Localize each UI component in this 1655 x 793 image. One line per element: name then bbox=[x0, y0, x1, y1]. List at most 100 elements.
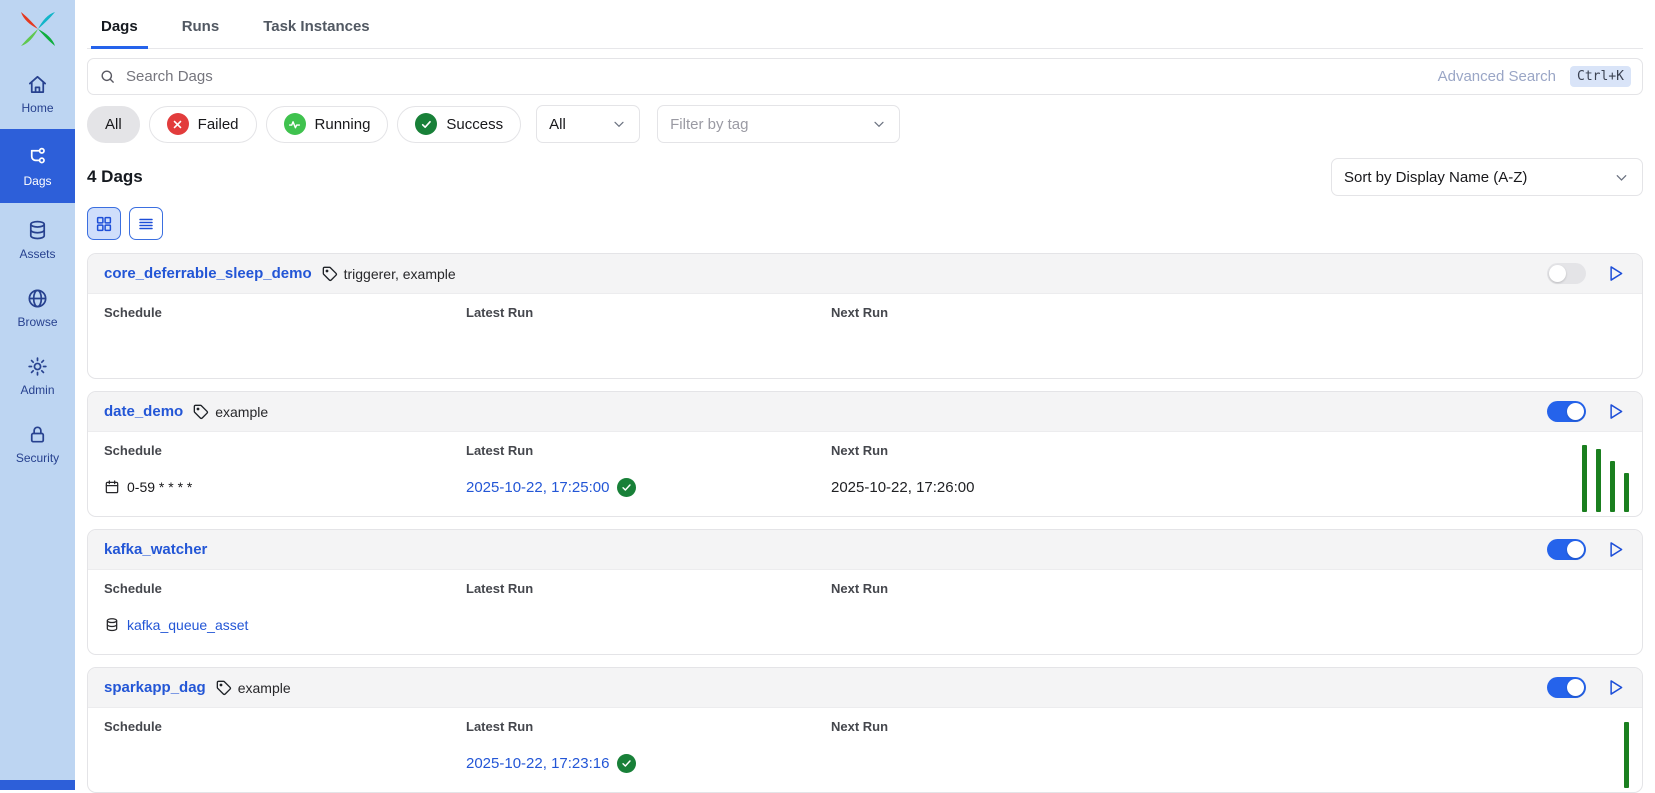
toggle-knob bbox=[1549, 265, 1566, 282]
trigger-dag-button[interactable] bbox=[1605, 401, 1626, 422]
database-icon bbox=[26, 219, 49, 242]
dag-name-link[interactable]: sparkapp_dag bbox=[104, 679, 206, 696]
latest-run-label: Latest Run bbox=[466, 581, 831, 596]
next-run-value: 2025-10-22, 17:26:00 bbox=[831, 475, 1626, 499]
sidebar-item-assets[interactable]: Assets bbox=[0, 207, 75, 271]
sidebar-item-security[interactable]: Security bbox=[0, 411, 75, 475]
latest-run-link[interactable]: 2025-10-22, 17:23:16 bbox=[466, 755, 609, 772]
calendar-icon bbox=[104, 479, 120, 495]
list-header: 4 Dags Sort by Display Name (A-Z) bbox=[87, 158, 1643, 196]
dag-name-link[interactable]: kafka_watcher bbox=[104, 541, 207, 558]
trigger-dag-button[interactable] bbox=[1605, 677, 1626, 698]
schedule-value-text: 0-59 * * * * bbox=[127, 479, 192, 495]
schedule-label: Schedule bbox=[104, 581, 466, 596]
run-history-bars[interactable] bbox=[1582, 445, 1629, 512]
sidebar-item-browse[interactable]: Browse bbox=[0, 275, 75, 339]
sidebar-item-home[interactable]: Home bbox=[0, 61, 75, 125]
success-circle-icon bbox=[415, 113, 437, 135]
search-icon bbox=[99, 68, 116, 85]
run-history-bars[interactable] bbox=[1624, 722, 1629, 788]
sidebar: Home Dags Assets Browse Admin Security bbox=[0, 0, 75, 790]
run-bar[interactable] bbox=[1624, 473, 1629, 512]
tab-task-instances[interactable]: Task Instances bbox=[253, 8, 379, 49]
dag-pause-toggle[interactable] bbox=[1547, 539, 1586, 560]
play-icon bbox=[1605, 539, 1626, 560]
running-circle-icon bbox=[284, 113, 306, 135]
next-run-label: Next Run bbox=[831, 305, 1626, 320]
chevron-down-icon bbox=[871, 116, 887, 132]
sidebar-item-label: Browse bbox=[17, 316, 57, 328]
latest-run-label: Latest Run bbox=[466, 305, 831, 320]
latest-run-value: 2025-10-22, 17:23:16 bbox=[466, 751, 831, 775]
tab-runs[interactable]: Runs bbox=[172, 8, 230, 49]
sidebar-item-label: Dags bbox=[23, 175, 51, 187]
asset-icon bbox=[104, 617, 120, 633]
run-bar[interactable] bbox=[1610, 461, 1615, 512]
list-icon bbox=[137, 215, 155, 233]
paused-filter-select[interactable]: All bbox=[536, 105, 640, 143]
next-run-label: Next Run bbox=[831, 719, 1626, 734]
gear-icon bbox=[26, 355, 49, 378]
filter-pill-failed[interactable]: Failed bbox=[149, 106, 257, 143]
sort-select[interactable]: Sort by Display Name (A-Z) bbox=[1331, 158, 1643, 196]
sidebar-item-dags[interactable]: Dags bbox=[0, 129, 75, 203]
shortcut-badge: Ctrl+K bbox=[1570, 66, 1631, 87]
search-row: Advanced Search Ctrl+K bbox=[87, 58, 1643, 95]
success-check-icon bbox=[617, 478, 636, 497]
next-run-value bbox=[831, 337, 1626, 361]
top-tabbar: Dags Runs Task Instances bbox=[87, 8, 1643, 49]
dag-card-header: kafka_watcher bbox=[88, 530, 1642, 570]
view-toggles bbox=[87, 207, 1643, 240]
dag-name-link[interactable]: date_demo bbox=[104, 403, 183, 420]
play-icon bbox=[1605, 401, 1626, 422]
advanced-search-link[interactable]: Advanced Search bbox=[1438, 68, 1556, 85]
card-view-button[interactable] bbox=[87, 207, 121, 240]
table-view-button[interactable] bbox=[129, 207, 163, 240]
dag-card-header: core_deferrable_sleep_demo triggerer, ex… bbox=[88, 254, 1642, 294]
search-input[interactable] bbox=[87, 58, 1643, 95]
filter-pill-success[interactable]: Success bbox=[397, 106, 521, 143]
next-run-value bbox=[831, 613, 1626, 637]
schedule-asset-link[interactable]: kafka_queue_asset bbox=[127, 617, 248, 633]
dag-pause-toggle[interactable] bbox=[1547, 677, 1586, 698]
trigger-dag-button[interactable] bbox=[1605, 263, 1626, 284]
dag-card-body: Schedule Latest Run 2025-10-22, 17:23:16… bbox=[88, 708, 1642, 792]
tab-dags[interactable]: Dags bbox=[91, 8, 148, 49]
filter-pill-all[interactable]: All bbox=[87, 106, 140, 143]
tag-icon bbox=[193, 404, 209, 420]
dag-count: 4 Dags bbox=[87, 167, 143, 187]
filter-pill-running[interactable]: Running bbox=[266, 106, 389, 143]
run-bar[interactable] bbox=[1582, 445, 1587, 512]
schedule-label: Schedule bbox=[104, 305, 466, 320]
dag-tags: example bbox=[216, 680, 291, 696]
sidebar-bottom-partial-item bbox=[0, 780, 75, 790]
trigger-dag-button[interactable] bbox=[1605, 539, 1626, 560]
filter-row: All Failed Running Success All bbox=[87, 105, 1643, 143]
schedule-label: Schedule bbox=[104, 443, 466, 458]
dag-card: kafka_watcher Schedule kafka_queue_asset bbox=[87, 529, 1643, 655]
next-run-label: Next Run bbox=[831, 581, 1626, 596]
schedule-value bbox=[104, 751, 466, 775]
grid-icon bbox=[95, 215, 113, 233]
dag-tags: triggerer, example bbox=[322, 266, 456, 282]
latest-run-link[interactable]: 2025-10-22, 17:25:00 bbox=[466, 479, 609, 496]
success-check-icon bbox=[617, 754, 636, 773]
run-bar[interactable] bbox=[1596, 449, 1601, 512]
sidebar-item-admin[interactable]: Admin bbox=[0, 343, 75, 407]
next-run-value bbox=[831, 751, 1626, 775]
sidebar-item-label: Assets bbox=[19, 248, 55, 260]
latest-run-label: Latest Run bbox=[466, 719, 831, 734]
schedule-value: 0-59 * * * * bbox=[104, 475, 466, 499]
dag-pause-toggle[interactable] bbox=[1547, 401, 1586, 422]
toggle-knob bbox=[1567, 403, 1584, 420]
dag-pause-toggle[interactable] bbox=[1547, 263, 1586, 284]
tag-filter-select[interactable]: Filter by tag bbox=[657, 105, 900, 143]
tag-icon bbox=[216, 680, 232, 696]
airflow-logo[interactable] bbox=[0, 0, 75, 59]
sidebar-item-label: Security bbox=[16, 452, 59, 464]
latest-run-value: 2025-10-22, 17:25:00 bbox=[466, 475, 831, 499]
toggle-knob bbox=[1567, 679, 1584, 696]
dag-card: sparkapp_dag example Schedule bbox=[87, 667, 1643, 793]
run-bar[interactable] bbox=[1624, 722, 1629, 788]
dag-name-link[interactable]: core_deferrable_sleep_demo bbox=[104, 265, 312, 282]
